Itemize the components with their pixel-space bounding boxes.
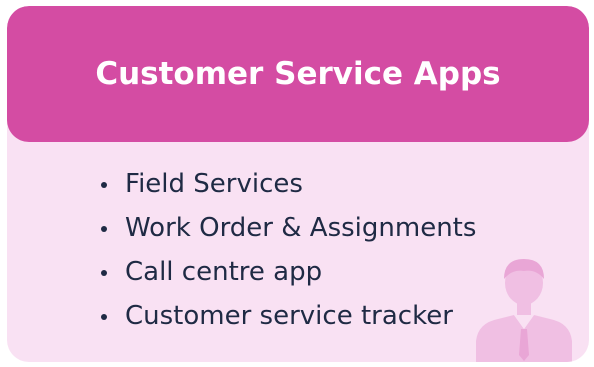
list-item: Work Order & Assignments [99, 206, 476, 250]
list-item: Call centre app [99, 250, 476, 294]
list-item: Field Services [99, 162, 476, 206]
businessman-icon [476, 259, 572, 362]
list-item: Customer service tracker [99, 294, 476, 338]
card-title: Customer Service Apps [95, 56, 501, 92]
app-list: Field Services Work Order & Assignments … [99, 162, 476, 338]
customer-service-apps-card: Customer Service Apps Field Services Wor… [7, 6, 589, 362]
card-header: Customer Service Apps [7, 6, 589, 142]
